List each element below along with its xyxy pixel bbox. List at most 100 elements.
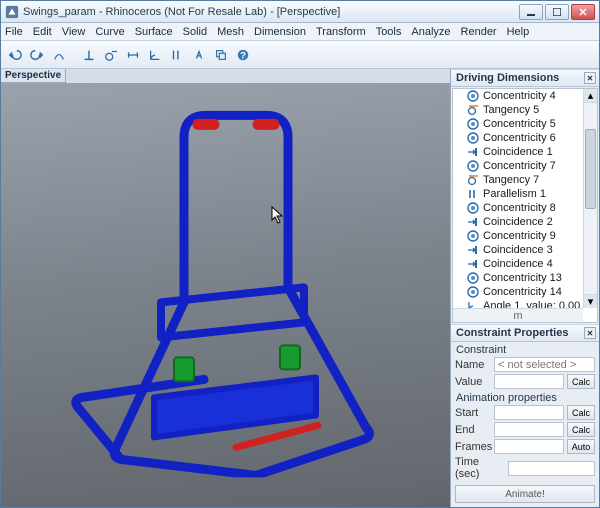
tool-help-icon[interactable]: ? bbox=[233, 45, 253, 65]
menu-file[interactable]: File bbox=[5, 26, 23, 38]
animate-button[interactable]: Animate! bbox=[455, 485, 595, 503]
dimension-item[interactable]: Angle 1, value: 0.00 bbox=[453, 299, 583, 308]
value-field[interactable] bbox=[494, 374, 564, 389]
model-swing bbox=[66, 97, 386, 477]
auto-button[interactable]: Auto bbox=[567, 439, 595, 454]
dimension-item[interactable]: Coincidence 1 bbox=[453, 145, 583, 159]
dimension-item[interactable]: Concentricity 5 bbox=[453, 117, 583, 131]
tool-copy-icon[interactable] bbox=[211, 45, 231, 65]
tang-icon bbox=[467, 104, 479, 116]
cursor-icon bbox=[271, 206, 283, 224]
scroll-up-icon[interactable]: ▴ bbox=[584, 89, 597, 103]
conc-icon bbox=[467, 160, 479, 172]
start-label: Start bbox=[455, 407, 491, 419]
menu-render[interactable]: Render bbox=[461, 26, 497, 38]
name-field[interactable]: < not selected > bbox=[494, 357, 595, 372]
value-label: Value bbox=[455, 376, 491, 388]
menu-curve[interactable]: Curve bbox=[95, 26, 124, 38]
dimension-item[interactable]: Parallelism 1 bbox=[453, 187, 583, 201]
time-field[interactable] bbox=[508, 461, 595, 476]
dimension-item[interactable]: Tangency 5 bbox=[453, 103, 583, 117]
start-field[interactable] bbox=[494, 405, 564, 420]
tang-icon bbox=[467, 174, 479, 186]
coin-icon bbox=[467, 146, 479, 158]
dimension-label: Concentricity 4 bbox=[483, 90, 556, 102]
scrollbar-vertical[interactable]: ▴ ▾ bbox=[583, 89, 597, 308]
conc-icon bbox=[467, 118, 479, 130]
calc-button-end[interactable]: Calc bbox=[567, 422, 595, 437]
menu-analyze[interactable]: Analyze bbox=[411, 26, 450, 38]
viewport-label[interactable]: Perspective bbox=[1, 69, 66, 83]
close-button[interactable] bbox=[571, 4, 595, 20]
menu-edit[interactable]: Edit bbox=[33, 26, 52, 38]
calc-button-start[interactable]: Calc bbox=[567, 405, 595, 420]
dimension-item[interactable]: Concentricity 8 bbox=[453, 201, 583, 215]
time-label: Time (sec) bbox=[455, 456, 505, 480]
dimension-item[interactable]: Tangency 7 bbox=[453, 173, 583, 187]
menu-tools[interactable]: Tools bbox=[376, 26, 402, 38]
dimension-label: Concentricity 13 bbox=[483, 272, 562, 284]
tool-line-icon[interactable] bbox=[49, 45, 69, 65]
titlebar: Swings_param - Rhinoceros (Not For Resal… bbox=[1, 1, 599, 23]
tool-undo-icon[interactable] bbox=[5, 45, 25, 65]
dimension-label: Concentricity 5 bbox=[483, 118, 556, 130]
dimension-label: Concentricity 7 bbox=[483, 160, 556, 172]
frames-field[interactable] bbox=[494, 439, 564, 454]
panel-close-icon[interactable]: ✕ bbox=[584, 72, 596, 84]
para-icon bbox=[467, 188, 479, 200]
dimension-label: Concentricity 14 bbox=[483, 286, 562, 298]
tool-text-icon[interactable] bbox=[189, 45, 209, 65]
panel-close-icon[interactable]: ✕ bbox=[584, 327, 596, 339]
menu-help[interactable]: Help bbox=[507, 26, 530, 38]
dimension-label: Coincidence 3 bbox=[483, 244, 553, 256]
menu-solid[interactable]: Solid bbox=[183, 26, 207, 38]
menu-transform[interactable]: Transform bbox=[316, 26, 366, 38]
dimension-label: Concentricity 6 bbox=[483, 132, 556, 144]
scroll-thumb[interactable] bbox=[585, 129, 596, 209]
end-field[interactable] bbox=[494, 422, 564, 437]
coin-icon bbox=[467, 244, 479, 256]
conc-icon bbox=[467, 230, 479, 242]
dimension-item[interactable]: Concentricity 13 bbox=[453, 271, 583, 285]
tool-redo-icon[interactable] bbox=[27, 45, 47, 65]
coin-icon bbox=[467, 258, 479, 270]
scrollbar-horizontal[interactable]: m bbox=[453, 308, 583, 322]
svg-text:?: ? bbox=[240, 50, 246, 61]
dimension-label: Tangency 7 bbox=[483, 174, 539, 186]
dimension-item[interactable]: Concentricity 7 bbox=[453, 159, 583, 173]
constraint-properties: Constraint Name < not selected > Value C… bbox=[451, 342, 599, 507]
dimension-label: Tangency 5 bbox=[483, 104, 539, 116]
conc-icon bbox=[467, 132, 479, 144]
viewport[interactable] bbox=[1, 83, 450, 507]
dimension-item[interactable]: Concentricity 4 bbox=[453, 89, 583, 103]
dimension-item[interactable]: Coincidence 3 bbox=[453, 243, 583, 257]
menu-surface[interactable]: Surface bbox=[135, 26, 173, 38]
menu-view[interactable]: View bbox=[62, 26, 86, 38]
calc-button[interactable]: Calc bbox=[567, 374, 595, 389]
scroll-down-icon[interactable]: ▾ bbox=[584, 294, 597, 308]
dimension-label: Coincidence 1 bbox=[483, 146, 553, 158]
dimension-item[interactable]: Coincidence 2 bbox=[453, 215, 583, 229]
dimensions-list: Concentricity 4 Tangency 5 Concentricity 5… bbox=[452, 88, 598, 323]
dimension-label: Coincidence 4 bbox=[483, 258, 553, 270]
tool-tangent-icon[interactable] bbox=[101, 45, 121, 65]
frames-label: Frames bbox=[455, 441, 491, 453]
menu-mesh[interactable]: Mesh bbox=[217, 26, 244, 38]
dimension-item[interactable]: Coincidence 4 bbox=[453, 257, 583, 271]
maximize-button[interactable] bbox=[545, 4, 569, 20]
menu-dimension[interactable]: Dimension bbox=[254, 26, 306, 38]
panel-header-dimensions: Driving Dimensions ✕ bbox=[451, 69, 599, 87]
section-constraint: Constraint bbox=[451, 342, 599, 356]
minimize-button[interactable] bbox=[519, 4, 543, 20]
tool-angle-icon[interactable] bbox=[145, 45, 165, 65]
tool-parallel-icon[interactable] bbox=[167, 45, 187, 65]
tool-perp-icon[interactable] bbox=[79, 45, 99, 65]
dimension-item[interactable]: Concentricity 6 bbox=[453, 131, 583, 145]
end-label: End bbox=[455, 424, 491, 436]
dimension-item[interactable]: Concentricity 14 bbox=[453, 285, 583, 299]
dimension-label: Coincidence 2 bbox=[483, 216, 553, 228]
panel-title-dimensions: Driving Dimensions bbox=[456, 72, 559, 84]
conc-icon bbox=[467, 272, 479, 284]
tool-distance-icon[interactable] bbox=[123, 45, 143, 65]
dimension-item[interactable]: Concentricity 9 bbox=[453, 229, 583, 243]
